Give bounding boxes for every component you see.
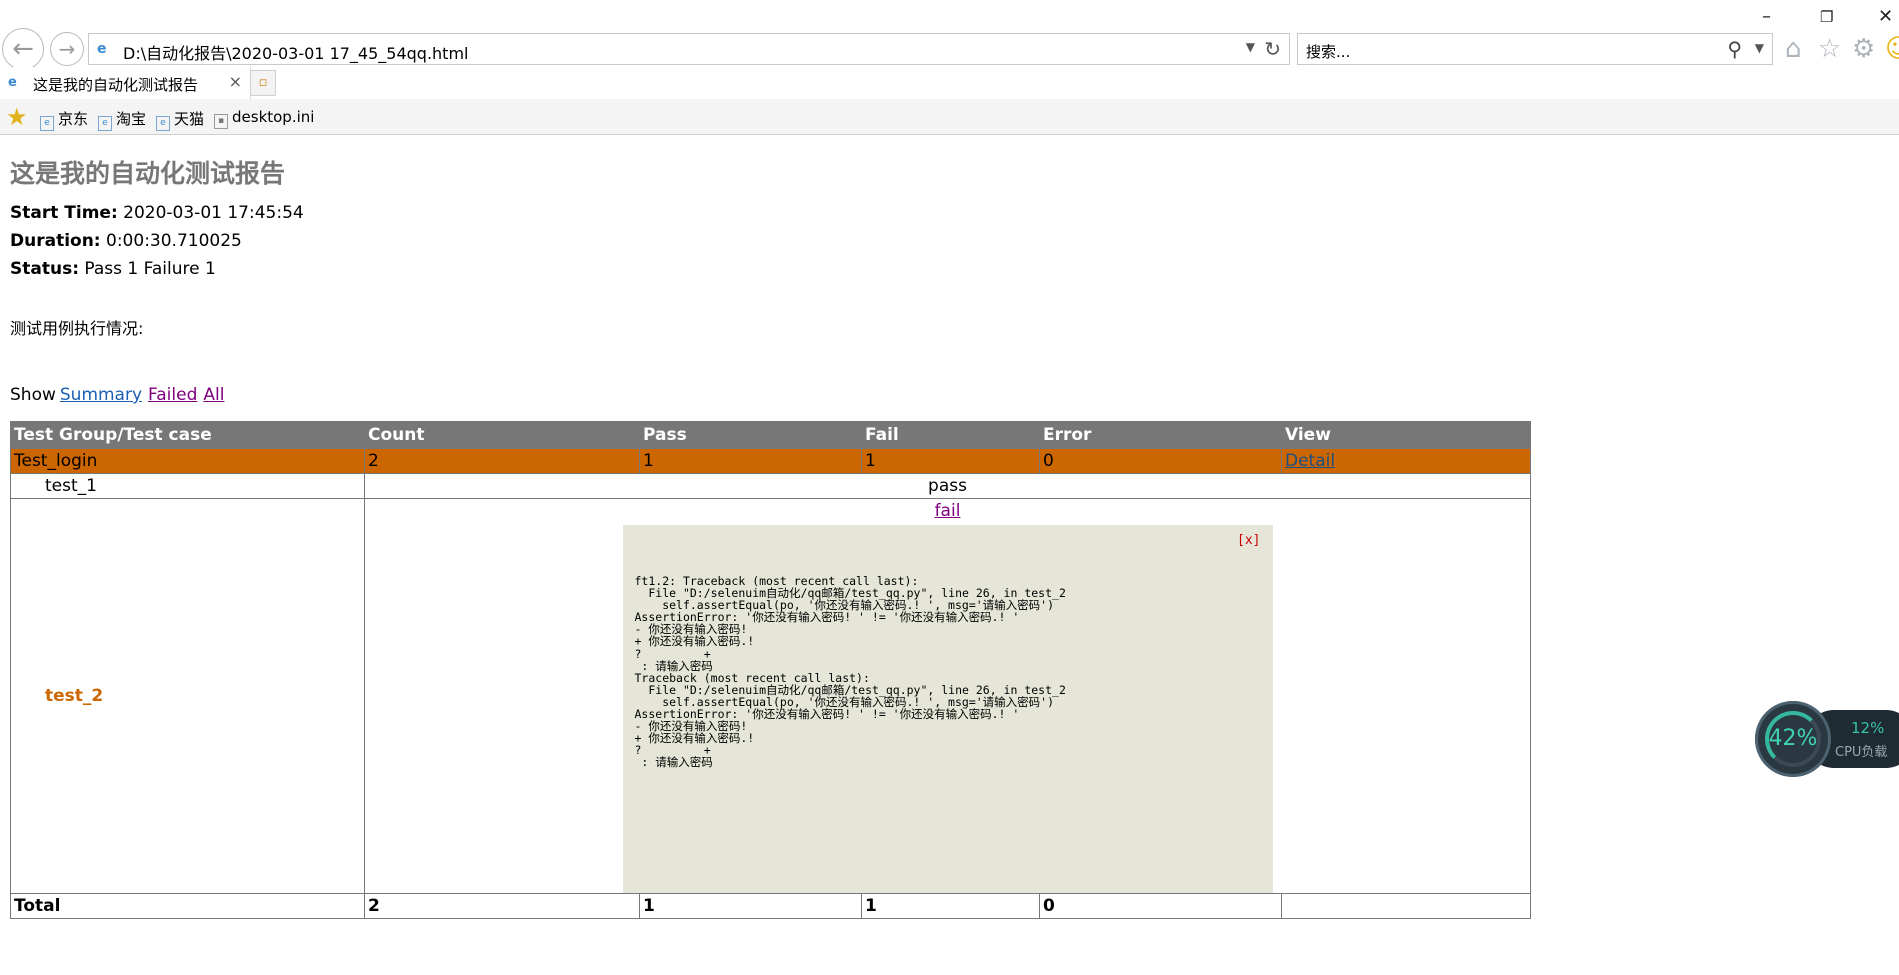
memory-gauge: 42% bbox=[1755, 701, 1831, 777]
traceback-text: ft1.2: Traceback (most recent call last)… bbox=[634, 574, 1066, 770]
favorite-label: 京东 bbox=[58, 110, 89, 128]
favorite-label: desktop.ini bbox=[232, 108, 315, 126]
page-icon: e bbox=[98, 116, 112, 131]
minimize-icon[interactable]: – bbox=[1762, 6, 1771, 27]
fail-result-link[interactable]: fail bbox=[935, 501, 961, 521]
ie-tab-icon: e bbox=[8, 75, 17, 90]
filter-bar: Show Summary Failed All bbox=[10, 385, 224, 405]
results-table: Test Group/Test case Count Pass Fail Err… bbox=[10, 421, 1531, 919]
favorite-link-taobao[interactable]: e 淘宝 bbox=[98, 108, 146, 131]
memory-percent: 42% bbox=[1768, 726, 1818, 751]
group-count: 2 bbox=[364, 448, 640, 474]
cpu-monitor-widget[interactable]: 12% CPU负载 42% bbox=[1755, 701, 1899, 777]
restore-icon[interactable]: ❐ bbox=[1820, 8, 1833, 26]
search-input[interactable]: 搜索... bbox=[1306, 41, 1350, 62]
failed-link[interactable]: Failed bbox=[148, 385, 197, 405]
new-tab-button[interactable]: ▫ bbox=[250, 70, 276, 96]
column-header: Count bbox=[364, 421, 640, 449]
close-popup-button[interactable]: [x] bbox=[1237, 533, 1260, 548]
case-name: test_2 bbox=[45, 686, 104, 706]
total-count: 2 bbox=[364, 893, 640, 919]
forward-button[interactable]: → bbox=[50, 32, 84, 66]
close-window-icon[interactable]: ✕ bbox=[1878, 6, 1893, 27]
summary-link[interactable]: Summary bbox=[60, 385, 142, 405]
status-label: Status: bbox=[10, 259, 79, 279]
cpu-percent: 12% bbox=[1851, 719, 1885, 737]
back-arrow-icon: ← bbox=[12, 34, 34, 64]
table-header-row: Test Group/Test case Count Pass Fail Err… bbox=[10, 421, 1531, 449]
total-row: Total 2 1 1 0 bbox=[10, 893, 1531, 919]
search-box[interactable]: 搜索... ⚲ ▼ bbox=[1297, 33, 1773, 65]
home-icon[interactable]: ⌂ bbox=[1785, 34, 1802, 64]
traceback-popup: [x] ft1.2: Traceback (most recent call l… bbox=[622, 525, 1273, 893]
column-header: Test Group/Test case bbox=[10, 421, 365, 449]
case-name: test_1 bbox=[10, 473, 365, 499]
column-header: Error bbox=[1039, 421, 1282, 449]
forward-arrow-icon: → bbox=[58, 37, 76, 61]
search-icon[interactable]: ⚲ bbox=[1727, 37, 1742, 61]
total-error: 0 bbox=[1039, 893, 1282, 919]
group-error: 0 bbox=[1039, 448, 1282, 474]
favorites-add-icon[interactable]: ★ bbox=[6, 103, 28, 131]
refresh-icon[interactable]: ↻ bbox=[1264, 37, 1281, 61]
group-fail: 1 bbox=[861, 448, 1040, 474]
total-pass: 1 bbox=[639, 893, 862, 919]
status-value: Pass 1 Failure 1 bbox=[84, 259, 216, 279]
tab-title: 这是我的自动化测试报告 bbox=[33, 76, 199, 94]
browser-chrome: – ❐ ✕ ← → e D:\自动化报告\2020-03-01 17_45_54… bbox=[0, 0, 1899, 135]
close-tab-icon[interactable]: × bbox=[229, 72, 242, 91]
duration-line: Duration: 0:00:30.710025 bbox=[10, 231, 242, 251]
favorite-link-desktop-ini[interactable]: ▪ desktop.ini bbox=[214, 108, 314, 129]
duration-value: 0:00:30.710025 bbox=[106, 231, 242, 251]
address-bar[interactable]: e D:\自动化报告\2020-03-01 17_45_54qq.html ▼ … bbox=[88, 33, 1290, 65]
column-header: Pass bbox=[639, 421, 862, 449]
case-row-test-2: test_2 fail [x] ft1.2: Traceback (most r… bbox=[10, 498, 1531, 894]
page-icon: e bbox=[40, 116, 54, 131]
url-text[interactable]: D:\自动化报告\2020-03-01 17_45_54qq.html bbox=[123, 40, 469, 64]
detail-link[interactable]: Detail bbox=[1285, 451, 1335, 471]
cpu-label: CPU负载 bbox=[1835, 745, 1888, 760]
group-pass: 1 bbox=[639, 448, 862, 474]
favorites-bar: ★ e 京东 e 淘宝 e 天猫 ▪ desktop.ini bbox=[0, 99, 1899, 135]
column-header: Fail bbox=[861, 421, 1040, 449]
start-time-value: 2020-03-01 17:45:54 bbox=[123, 203, 304, 223]
favorite-label: 天猫 bbox=[174, 110, 205, 128]
group-view: Detail bbox=[1281, 448, 1531, 474]
start-time-label: Start Time: bbox=[10, 203, 118, 223]
page-title: 这是我的自动化测试报告 bbox=[10, 159, 286, 188]
case-name-cell: test_2 bbox=[10, 498, 365, 894]
favorites-star-icon[interactable]: ☆ bbox=[1818, 34, 1841, 64]
favorite-label: 淘宝 bbox=[116, 110, 147, 128]
tab-report[interactable]: e 这是我的自动化测试报告 × bbox=[0, 67, 251, 99]
duration-label: Duration: bbox=[10, 231, 101, 251]
group-row-test-login: Test_login 2 1 1 0 Detail bbox=[10, 448, 1531, 474]
status-line: Status: Pass 1 Failure 1 bbox=[10, 259, 216, 279]
total-fail: 1 bbox=[861, 893, 1040, 919]
group-name: Test_login bbox=[10, 448, 365, 474]
report-description: 测试用例执行情况: bbox=[10, 319, 144, 338]
all-link[interactable]: All bbox=[203, 385, 224, 405]
case-result-pass: pass bbox=[364, 473, 1531, 499]
smiley-feedback-icon[interactable]: ☺ bbox=[1885, 34, 1899, 64]
back-button[interactable]: ← bbox=[2, 28, 44, 70]
column-header: View bbox=[1281, 421, 1531, 449]
start-time-line: Start Time: 2020-03-01 17:45:54 bbox=[10, 203, 304, 223]
ie-page-icon: e bbox=[97, 41, 107, 57]
total-label: Total bbox=[10, 893, 365, 919]
case-row-test-1: test_1 pass bbox=[10, 473, 1531, 499]
address-dropdown-icon[interactable]: ▼ bbox=[1246, 40, 1255, 54]
total-view bbox=[1281, 893, 1531, 919]
file-icon: ▪ bbox=[214, 114, 228, 129]
report-page: 这是我的自动化测试报告 Start Time: 2020-03-01 17:45… bbox=[0, 135, 1899, 975]
search-dropdown-icon[interactable]: ▼ bbox=[1755, 41, 1764, 55]
settings-gear-icon[interactable]: ⚙ bbox=[1852, 34, 1875, 64]
favorite-link-jd[interactable]: e 京东 bbox=[40, 108, 88, 131]
favorite-link-tmall[interactable]: e 天猫 bbox=[156, 108, 204, 131]
page-icon: e bbox=[156, 116, 170, 131]
show-label: Show bbox=[10, 385, 56, 405]
case-result-cell: fail [x] ft1.2: Traceback (most recent c… bbox=[364, 498, 1531, 894]
